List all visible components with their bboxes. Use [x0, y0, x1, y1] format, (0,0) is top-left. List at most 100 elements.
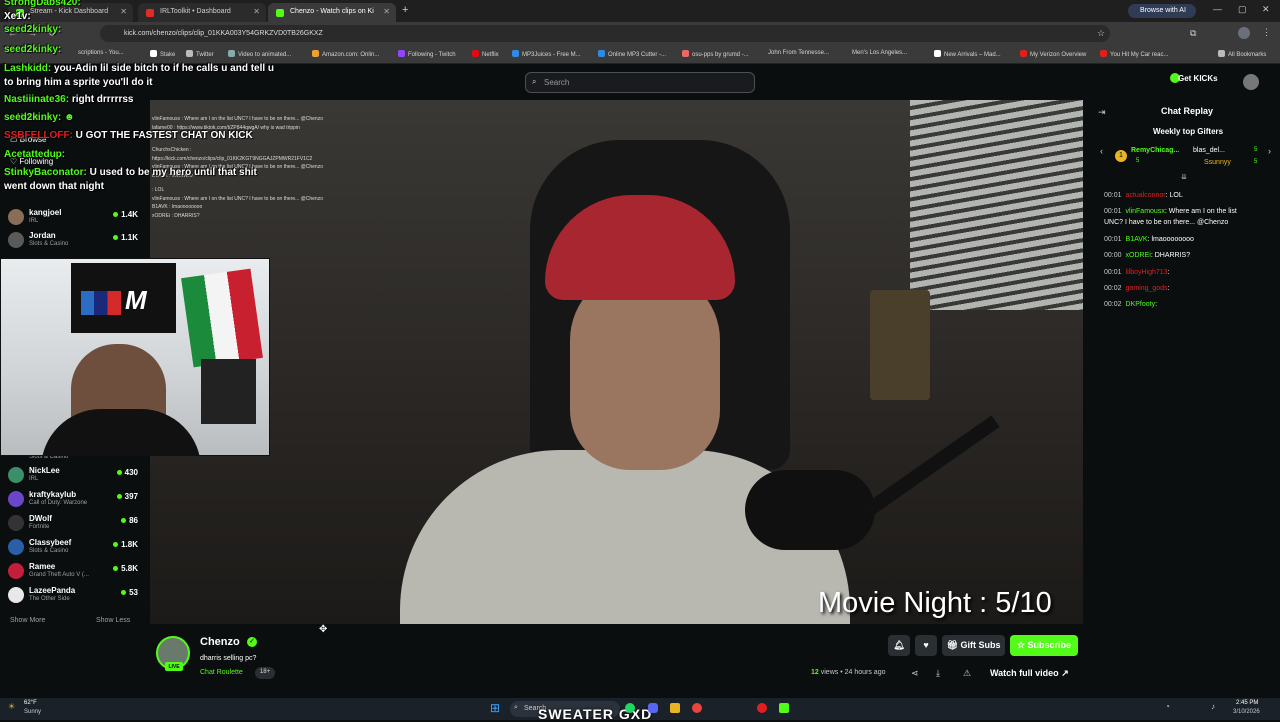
sidebar-channel[interactable]: Ramee Grand Theft Auto V (... 5.8K	[8, 561, 138, 583]
dresser	[201, 359, 256, 424]
channel-name: kraftykaylub	[29, 490, 77, 499]
bookmark-star-icon[interactable]: ☆	[1097, 28, 1105, 39]
share-icon[interactable]: ⋖	[911, 668, 919, 679]
close-window-icon[interactable]: ✕	[1262, 4, 1270, 15]
viewer-count: 86	[129, 516, 138, 525]
bookmark-item[interactable]: osu-pps by grumd -...	[682, 50, 749, 58]
subscribe-button[interactable]: ☆ Subscribe	[1010, 635, 1078, 656]
chat-username[interactable]: actualconnor	[1126, 192, 1166, 199]
live-badge: LIVE	[165, 662, 183, 671]
window-blinds	[910, 100, 1083, 310]
avatar	[8, 539, 24, 555]
volume-icon[interactable]: ♪	[1211, 702, 1215, 711]
get-kicks-button[interactable]: Get KICKs	[1178, 74, 1218, 83]
chat-username[interactable]: gaming_gods	[1126, 285, 1168, 292]
bookmark-item[interactable]: MP3Juices - Free M...	[512, 50, 581, 58]
windows-start-icon[interactable]: ⊞	[490, 701, 500, 715]
chat-username: Acetattedup:	[4, 148, 66, 160]
m-logo: M	[125, 285, 147, 315]
chat-username[interactable]: DKPfooty	[1126, 301, 1156, 308]
bookmark-item[interactable]: You Hit My Car reac...	[1100, 50, 1168, 58]
tab-chenzo-clips[interactable]: Chenzo - Watch clips on Ki ✕	[268, 3, 396, 22]
channel-name: Jordan	[29, 231, 56, 240]
folder-icon[interactable]	[670, 703, 680, 713]
bookmark-item[interactable]: Online MP3 Cutter -...	[598, 50, 666, 58]
chat-message: U GOT THE FASTEST CHAT ON KICK	[75, 130, 253, 141]
sidebar-channel[interactable]: kangjoel IRL 1.4K	[8, 207, 138, 229]
bookmark-label: John From Tennesse...	[768, 50, 829, 56]
view-stats: 12 views • 24 hours ago	[811, 669, 885, 676]
kick-app-icon[interactable]	[779, 703, 789, 713]
bookmark-label: All Bookmarks	[1228, 52, 1267, 58]
chat-username[interactable]: B1AVK	[1126, 236, 1148, 243]
clock-time: 2:45 PM	[1236, 700, 1259, 706]
gifter-name[interactable]: blas_del...	[1193, 147, 1225, 154]
gifter-count: 5	[1136, 158, 1140, 164]
show-less-button[interactable]: Show Less	[96, 617, 130, 624]
all-bookmarks[interactable]: All Bookmarks	[1218, 50, 1266, 58]
watch-full-video-button[interactable]: Watch full video ↗	[990, 668, 1069, 679]
overlay-chat-line: Acetattedup:	[4, 148, 274, 162]
channel-name: Ramee	[29, 562, 56, 571]
gifter-count: 5	[1254, 147, 1258, 153]
wifi-icon[interactable]: ◔	[1165, 702, 1170, 711]
chat-username: Lashkidd:	[4, 63, 52, 74]
chevron-right-icon[interactable]: ›	[1268, 146, 1271, 156]
browse-ai-button[interactable]: Browse with AI	[1128, 4, 1196, 18]
bookmark-item[interactable]: Netflix	[472, 50, 499, 58]
download-icon[interactable]: ⤓	[936, 668, 940, 679]
views-count: 12	[811, 669, 819, 676]
chat-text: UNC? I have to be on there... @Chenzo	[1104, 219, 1229, 226]
extensions-icon[interactable]: ⧉	[1190, 28, 1196, 39]
bookmark-item[interactable]: New Arrivals – Mad...	[934, 50, 1001, 58]
bookmark-item[interactable]: Amazon.com: Onlin...	[312, 50, 379, 58]
chat-username[interactable]: xODREi	[1126, 252, 1151, 259]
star-icon: ☆	[1016, 640, 1028, 650]
chrome-icon[interactable]	[692, 703, 702, 713]
category-link[interactable]: Chat Roulette	[200, 669, 243, 676]
sidebar-channel[interactable]: DWolf Fortnite 86	[8, 513, 138, 535]
spotify-icon[interactable]	[625, 703, 635, 713]
profile-avatar[interactable]	[1238, 27, 1250, 39]
gifters-title: Weekly top Gifters	[1153, 127, 1224, 136]
live-dot-icon	[113, 566, 119, 571]
bookmark-item[interactable]: My Verizon Overview	[1020, 50, 1086, 58]
overlay-chat-line: Nastiiinate36: right drrrrrss	[4, 93, 274, 107]
streamer-name[interactable]: Chenzo	[200, 636, 240, 648]
collapse-chat-icon[interactable]: ⇥	[1098, 107, 1106, 118]
shelf-object	[870, 290, 930, 400]
menu-icon[interactable]: ⋮	[1262, 27, 1271, 38]
obs-icon[interactable]	[757, 703, 767, 713]
report-icon[interactable]: ⚠	[963, 668, 971, 679]
mouse-cursor-icon: ✥	[319, 624, 328, 635]
watch-full-label: Watch full video	[990, 668, 1059, 678]
user-avatar[interactable]	[1243, 74, 1259, 90]
bookmark-item[interactable]: John From Tennesse...	[768, 50, 829, 56]
minimize-icon[interactable]: —	[1213, 4, 1222, 14]
chat-username[interactable]: lilboyHigh713	[1126, 269, 1168, 276]
stream-chat-line: B1AVK : lmaoooooooo	[152, 204, 203, 210]
gifter-name[interactable]: RemyChicag...	[1131, 147, 1179, 154]
sidebar-channel[interactable]: LazeePanda The Other Side 53	[8, 585, 138, 607]
maximize-icon[interactable]: ▢	[1238, 4, 1247, 15]
follow-button[interactable]: ♥	[915, 635, 937, 656]
show-more-button[interactable]: Show More	[10, 617, 45, 624]
sidebar-channel[interactable]: Jordan Slots & Casino 1.1K	[8, 230, 138, 252]
chevron-left-icon[interactable]: ‹	[1100, 146, 1103, 156]
gifter-name[interactable]: Ssunnyy	[1204, 159, 1231, 166]
sidebar-channel[interactable]: NickLee IRL 430	[8, 465, 138, 487]
sidebar-channel[interactable]: Classybeef Slots & Casino 1.8K	[8, 537, 138, 559]
close-icon[interactable]: ✕	[383, 7, 390, 16]
chat-message: went down that night	[4, 180, 104, 192]
pin-icon[interactable]: ⇊	[1181, 173, 1187, 181]
gift-subs-button[interactable]: 🎁︎ Gift Subs	[942, 635, 1005, 656]
new-tab-icon[interactable]: +	[402, 4, 408, 16]
notifications-button[interactable]: 🔔︎	[888, 635, 910, 656]
search-input[interactable]: ⌕ Search	[525, 72, 755, 93]
sidebar-channel[interactable]: kraftykaylub Call of Duty: Warzone 397	[8, 489, 138, 511]
chat-username[interactable]: vlinFamousx	[1126, 208, 1165, 215]
chat-text: :	[1155, 301, 1158, 308]
discord-icon[interactable]	[648, 703, 658, 713]
bookmark-item[interactable]: Men's Los Angeles...	[852, 50, 907, 56]
bookmark-item[interactable]: Following - Twitch	[398, 50, 456, 58]
